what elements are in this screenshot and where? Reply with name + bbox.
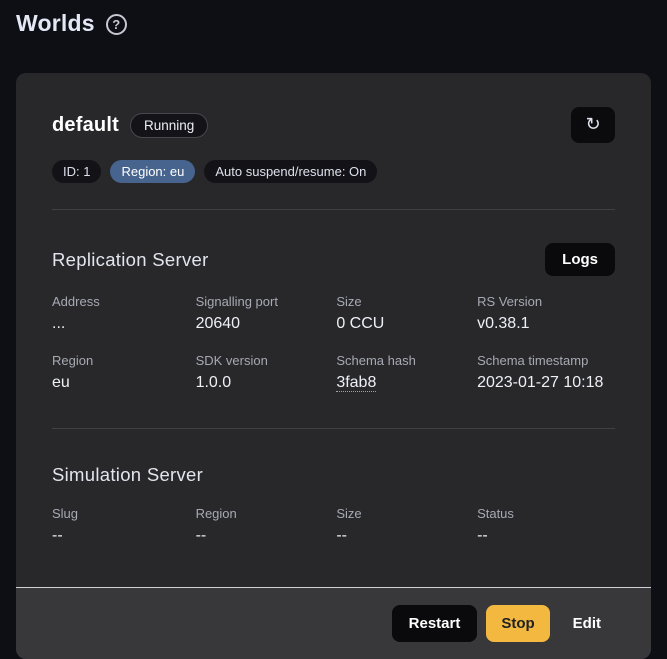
world-name: default (52, 114, 119, 137)
simulation-section-head: Simulation Server (52, 462, 615, 488)
auto-suspend-pill: Auto suspend/resume: On (204, 160, 377, 183)
stop-button[interactable]: Stop (486, 605, 549, 642)
field-label: SDK version (196, 353, 337, 368)
world-card: default Running ↻ ID: 1 Region: eu Auto … (16, 73, 651, 659)
replication-section-head: Replication Server Logs (52, 243, 615, 276)
page-header: Worlds ? (0, 0, 667, 37)
logs-button[interactable]: Logs (545, 243, 615, 276)
world-card-head: default Running ↻ (52, 107, 615, 143)
field-value: v0.38.1 (477, 315, 615, 333)
field-value: 3fab8 (336, 374, 477, 392)
schema-hash-value[interactable]: 3fab8 (336, 374, 376, 392)
field-sdk-version: SDK version 1.0.0 (196, 353, 337, 392)
field-sim-region: Region -- (196, 506, 337, 545)
field-label: Address (52, 294, 196, 309)
field-value: -- (336, 527, 477, 545)
help-icon[interactable]: ? (106, 14, 127, 35)
world-card-footer: Restart Stop Edit (16, 587, 651, 659)
field-value: 1.0.0 (196, 374, 337, 392)
field-region: Region eu (52, 353, 196, 392)
field-value: 0 CCU (336, 315, 477, 333)
simulation-field-grid: Slug -- Region -- Size -- Status -- (52, 496, 615, 555)
status-badge: Running (130, 113, 208, 138)
field-value: eu (52, 374, 196, 392)
divider (52, 209, 615, 210)
field-label: Slug (52, 506, 196, 521)
field-slug: Slug -- (52, 506, 196, 545)
field-address: Address ... (52, 294, 196, 333)
replication-section-title: Replication Server (52, 249, 209, 271)
field-value: 2023-01-27 10:18 (477, 374, 615, 392)
field-value: ... (52, 315, 196, 333)
world-meta-pills: ID: 1 Region: eu Auto suspend/resume: On (52, 160, 615, 183)
field-signalling-port: Signalling port 20640 (196, 294, 337, 333)
field-label: Size (336, 294, 477, 309)
field-sim-size: Size -- (336, 506, 477, 545)
world-card-body: default Running ↻ ID: 1 Region: eu Auto … (16, 73, 651, 567)
field-sim-status: Status -- (477, 506, 615, 545)
field-value: -- (196, 527, 337, 545)
field-label: Region (196, 506, 337, 521)
field-label: RS Version (477, 294, 615, 309)
field-value: -- (477, 527, 615, 545)
field-value: -- (52, 527, 196, 545)
field-label: Region (52, 353, 196, 368)
field-label: Schema hash (336, 353, 477, 368)
field-rs-version: RS Version v0.38.1 (477, 294, 615, 333)
field-size: Size 0 CCU (336, 294, 477, 333)
divider (52, 428, 615, 429)
region-pill: Region: eu (110, 160, 195, 183)
replication-field-grid: Address ... Signalling port 20640 Size 0… (52, 284, 615, 402)
page-title: Worlds (16, 10, 95, 37)
field-label: Signalling port (196, 294, 337, 309)
field-value: 20640 (196, 315, 337, 333)
refresh-button[interactable]: ↻ (571, 107, 615, 143)
restart-button[interactable]: Restart (392, 605, 478, 642)
edit-button[interactable]: Edit (559, 605, 615, 642)
refresh-icon: ↻ (585, 116, 600, 134)
field-label: Schema timestamp (477, 353, 615, 368)
simulation-section-title: Simulation Server (52, 464, 203, 486)
field-label: Size (336, 506, 477, 521)
field-schema-hash: Schema hash 3fab8 (336, 353, 477, 392)
world-id-pill: ID: 1 (52, 160, 101, 183)
field-schema-timestamp: Schema timestamp 2023-01-27 10:18 (477, 353, 615, 392)
field-label: Status (477, 506, 615, 521)
